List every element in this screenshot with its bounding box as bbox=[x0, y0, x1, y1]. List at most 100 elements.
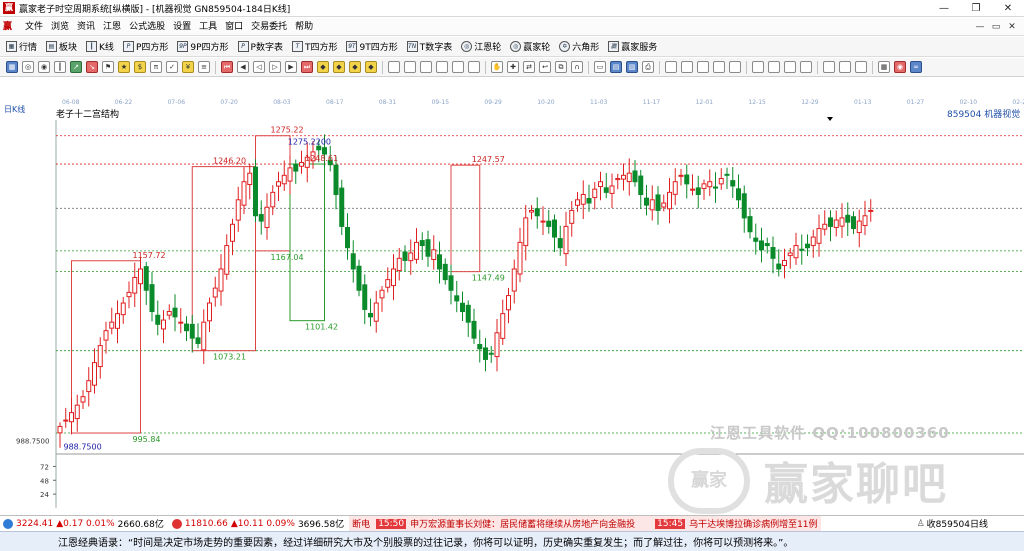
candle-body bbox=[155, 314, 161, 325]
ticker-headline-2: 乌干达埃博拉确诊病例增至11例 bbox=[689, 520, 818, 530]
date-axis-label: 06-22 bbox=[115, 99, 133, 106]
candle-body bbox=[442, 263, 448, 281]
candle-body bbox=[224, 245, 230, 275]
status-right-text: 收859504日线 bbox=[926, 520, 988, 530]
sh-index-change: ▲0.17 0.01% bbox=[56, 518, 115, 529]
shanghai-index-icon[interactable] bbox=[3, 518, 13, 529]
candle-body bbox=[644, 197, 649, 206]
candle-body bbox=[822, 223, 828, 230]
candle-body bbox=[270, 191, 276, 208]
candle-body bbox=[201, 321, 207, 351]
candle-body bbox=[851, 216, 856, 230]
candle-body bbox=[805, 243, 810, 249]
candle-body bbox=[109, 321, 115, 329]
candle-body bbox=[586, 197, 592, 204]
date-axis-label: 08-03 bbox=[273, 99, 291, 106]
dropdown-arrow-icon bbox=[827, 117, 833, 121]
date-axis-label: 07-06 bbox=[168, 99, 186, 106]
candle-body bbox=[793, 245, 799, 259]
candle-body bbox=[362, 284, 368, 310]
candle-body bbox=[511, 268, 517, 292]
chart-code-label: 859504 机器视觉 bbox=[947, 108, 1020, 120]
date-axis-label: 02-10 bbox=[960, 99, 978, 106]
candle-body bbox=[563, 225, 569, 255]
candle-body bbox=[856, 220, 862, 234]
candle-body bbox=[253, 166, 258, 217]
candle-body bbox=[385, 279, 391, 288]
candle-body bbox=[368, 312, 373, 318]
candle-body bbox=[103, 330, 109, 341]
candle-body bbox=[488, 352, 494, 355]
candle-body bbox=[345, 227, 350, 249]
ticker-headline-1: 申万宏源董事长刘健：居民储蓄将继续从房地产向金融投 bbox=[410, 520, 636, 530]
date-axis-label: 10-20 bbox=[537, 99, 555, 106]
volume-axis-tick: 72 bbox=[40, 463, 49, 471]
candle-body bbox=[603, 187, 609, 193]
date-axis-label: 12-01 bbox=[696, 99, 714, 106]
date-axis-label: 12-29 bbox=[801, 99, 819, 106]
candle-body bbox=[460, 302, 465, 313]
candle-body bbox=[713, 186, 718, 189]
status-right: ♙ 收859504日线 bbox=[913, 516, 988, 531]
candle-body bbox=[483, 347, 488, 360]
shenzhen-index-icon[interactable] bbox=[171, 518, 182, 529]
candle-body bbox=[523, 217, 529, 247]
candle-body bbox=[465, 304, 471, 323]
candle-body bbox=[764, 243, 770, 247]
price-axis-tick: 988.7500 bbox=[16, 438, 49, 446]
candle-body bbox=[621, 174, 626, 180]
quote-bar: 江恩经典语录：“时间是决定市场走势的重要因素，经过详细研究大市及个别股票的过往记… bbox=[0, 531, 1024, 551]
candle-body bbox=[333, 164, 339, 195]
candle-body bbox=[86, 380, 92, 393]
candle-body bbox=[632, 170, 638, 183]
candle-body bbox=[258, 214, 264, 222]
watermark-text: 江恩工具软件 QQ:100800360 bbox=[710, 424, 950, 442]
candle-body bbox=[115, 313, 120, 329]
candle-body bbox=[672, 181, 678, 195]
candle-body bbox=[868, 209, 874, 212]
candle-body bbox=[195, 337, 201, 344]
ticker-prefix: 断电 bbox=[352, 520, 371, 530]
sz-index-amount: 3696.58亿 bbox=[297, 520, 345, 530]
sh-index-amount: 2660.68亿 bbox=[117, 520, 164, 530]
candle-body bbox=[350, 253, 356, 270]
candle-body bbox=[787, 252, 793, 257]
candle-body bbox=[247, 172, 253, 185]
news-ticker[interactable]: 断电 15:50 申万宏源董事长刘健：居民储蓄将继续从房地产向金融投 15:45… bbox=[349, 516, 821, 531]
date-axis-label: 08-17 bbox=[326, 99, 344, 106]
candle-body bbox=[770, 247, 776, 259]
candle-body bbox=[356, 265, 362, 291]
candle-body bbox=[264, 206, 270, 228]
candle-body bbox=[402, 251, 408, 261]
date-axis-label: 08-31 bbox=[379, 99, 397, 106]
candle-body bbox=[138, 268, 143, 285]
date-axis-label: 11-03 bbox=[590, 99, 608, 106]
candle-body bbox=[609, 185, 615, 194]
chart-period-label: 日K线 bbox=[4, 104, 25, 114]
date-axis-label: 06-08 bbox=[62, 99, 80, 106]
candle-body bbox=[506, 295, 511, 311]
candle-body bbox=[649, 199, 655, 211]
candle-body bbox=[534, 208, 540, 217]
candle-body bbox=[540, 220, 546, 223]
candle-body bbox=[862, 215, 868, 226]
candle-body bbox=[189, 323, 195, 339]
candle-body bbox=[373, 302, 379, 322]
candle-body bbox=[546, 220, 552, 227]
volume-axis-tick: 48 bbox=[40, 477, 49, 485]
sz-index-change: ▲10.11 0.09% bbox=[230, 518, 295, 529]
candle-body bbox=[92, 362, 97, 386]
candle-body bbox=[166, 311, 172, 316]
price-annotation: 1275.2200 bbox=[288, 138, 331, 147]
candle-body bbox=[161, 319, 166, 330]
candle-body bbox=[690, 188, 695, 191]
candle-body bbox=[592, 188, 598, 199]
ticker-time-2: 15:45 bbox=[655, 518, 686, 529]
volume-axis-tick: 24 bbox=[40, 491, 49, 499]
date-axis-label: 01-27 bbox=[907, 99, 925, 106]
candle-body bbox=[218, 268, 224, 292]
price-annotation: 1147.49 bbox=[472, 274, 505, 283]
candle-body bbox=[281, 174, 287, 185]
price-annotation: 1101.42 bbox=[305, 323, 338, 332]
candle-body bbox=[718, 178, 724, 185]
